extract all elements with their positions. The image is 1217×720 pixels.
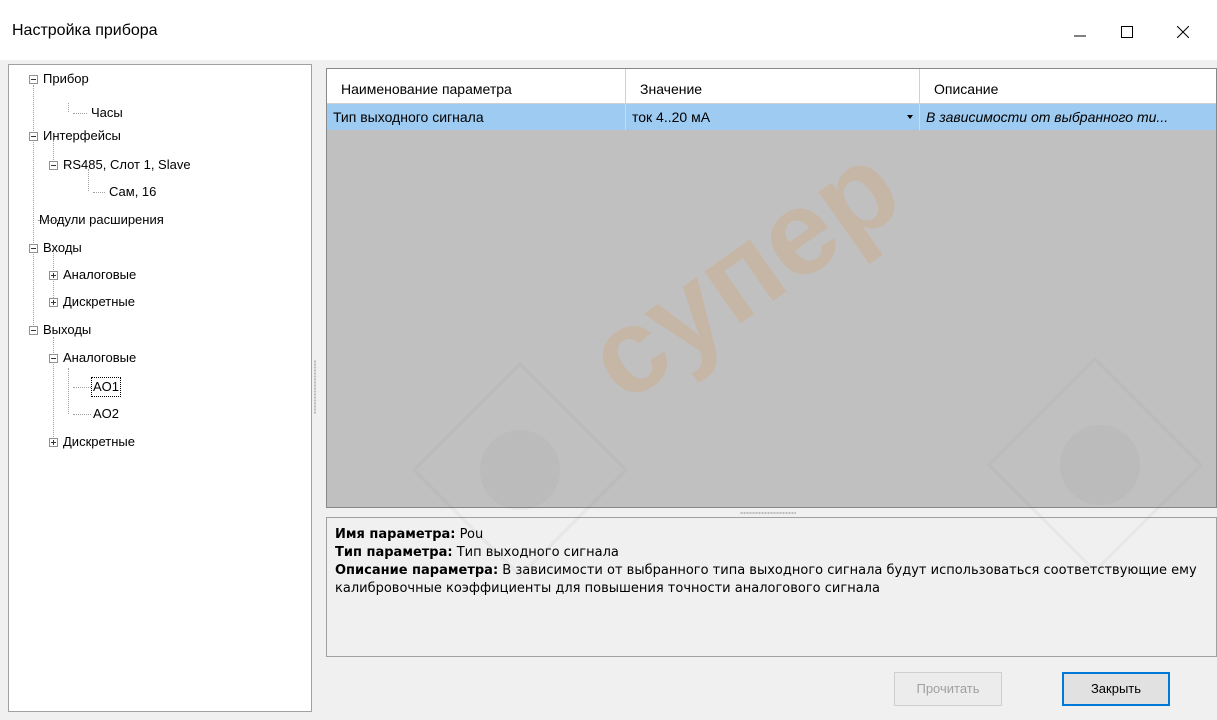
tree-node-label: Интерфейсы: [43, 128, 121, 143]
device-settings-window: Настройка прибора Прибор Часы Интерфейсы…: [0, 0, 1217, 720]
tree-node-label: Дискретные: [63, 434, 135, 449]
tree-line: [68, 103, 69, 112]
parameter-grid[interactable]: Наименование параметра Значение Описание…: [326, 68, 1217, 508]
tree-line: [73, 113, 87, 114]
tree-node-label: Аналоговые: [63, 350, 137, 365]
tree-node-interfaces[interactable]: Интерфейсы: [27, 125, 123, 147]
collapse-icon[interactable]: [49, 354, 58, 363]
tree-node-label: Аналоговые: [63, 267, 137, 282]
close-button[interactable]: Закрыть: [1062, 672, 1170, 706]
details-name-value: Pou: [459, 527, 484, 542]
close-window-button[interactable]: [1160, 12, 1206, 52]
tree-node-ao1[interactable]: AO1: [91, 376, 122, 398]
expand-icon[interactable]: [49, 438, 58, 447]
tree-node-outputs-analog[interactable]: Аналоговые: [47, 347, 138, 369]
details-description-line: Описание параметра: В зависимости от выб…: [335, 562, 1208, 598]
cell-description[interactable]: В зависимости от выбранного ти...: [920, 104, 1216, 130]
title-bar[interactable]: Настройка прибора: [0, 0, 1217, 60]
collapse-icon[interactable]: [29, 244, 38, 253]
tree-node-outputs[interactable]: Выходы: [27, 319, 93, 341]
tree-node-label-selected: AO1: [91, 377, 122, 397]
tree-line: [73, 387, 91, 388]
tree-node-label: Часы: [91, 105, 123, 120]
read-button[interactable]: Прочитать: [894, 672, 1002, 706]
tree-node-label: Выходы: [43, 322, 92, 337]
details-description-label: Описание параметра:: [335, 563, 499, 578]
column-header-value[interactable]: Значение: [626, 69, 920, 103]
close-icon: [1177, 26, 1189, 38]
tree-line: [93, 192, 105, 193]
tree-node-inputs-analog[interactable]: Аналоговые: [47, 264, 138, 286]
details-name-line: Имя параметра: Pou: [335, 526, 1208, 544]
tree-node-inputs-discrete[interactable]: Дискретные: [47, 291, 137, 313]
collapse-icon[interactable]: [29, 132, 38, 141]
tree-node-outputs-discrete[interactable]: Дискретные: [47, 431, 137, 453]
tree-node-expansion-modules[interactable]: Модули расширения: [37, 209, 166, 231]
collapse-icon[interactable]: [49, 161, 58, 170]
window-title: Настройка прибора: [12, 22, 158, 39]
value-dropdown[interactable]: ток 4..20 мА: [626, 104, 920, 130]
tree-node-label: Прибор: [43, 71, 89, 86]
details-type-value: Тип выходного сигнала: [456, 545, 619, 560]
tree-node-label: Сам, 16: [109, 184, 157, 199]
details-type-line: Тип параметра: Тип выходного сигнала: [335, 544, 1208, 562]
collapse-icon[interactable]: [29, 75, 38, 84]
tree-node-label: Входы: [43, 240, 82, 255]
collapse-icon[interactable]: [29, 326, 38, 335]
maximize-icon: [1121, 26, 1133, 38]
dropdown-selected-value: ток 4..20 мА: [632, 109, 711, 125]
tree-line: [33, 85, 34, 335]
vertical-splitter-handle[interactable]: [314, 360, 316, 414]
tree-node-device[interactable]: Прибор: [27, 68, 91, 90]
tree-node-rs485[interactable]: RS485, Слот 1, Slave: [47, 154, 193, 176]
tree-node-sam16[interactable]: Сам, 16: [107, 181, 158, 203]
tree-node-label: Дискретные: [63, 294, 135, 309]
tree-node-clock[interactable]: Часы: [89, 102, 125, 124]
tree-line: [73, 414, 91, 415]
maximize-button[interactable]: [1104, 12, 1150, 52]
expand-icon[interactable]: [49, 271, 58, 280]
tree-node-inputs[interactable]: Входы: [27, 237, 84, 259]
horizontal-splitter-handle[interactable]: [740, 512, 796, 514]
column-header-name[interactable]: Наименование параметра: [327, 69, 626, 103]
minimize-icon: [1074, 35, 1086, 37]
dropdown-arrow-icon[interactable]: [907, 115, 913, 119]
minimize-button[interactable]: [1057, 12, 1103, 52]
tree-node-label: AO2: [93, 406, 120, 421]
tree-node-ao2[interactable]: AO2: [91, 403, 121, 425]
tree-line: [68, 368, 69, 414]
cell-parameter-name[interactable]: Тип выходного сигнала: [327, 104, 626, 130]
tree-node-label: Модули расширения: [39, 212, 164, 227]
details-name-label: Имя параметра:: [335, 527, 456, 542]
table-row[interactable]: Тип выходного сигнала ток 4..20 мА В зав…: [327, 104, 1216, 130]
parameter-details-panel: Имя параметра: Pou Тип параметра: Тип вы…: [326, 517, 1217, 657]
device-tree[interactable]: Прибор Часы Интерфейсы RS485, Слот 1, Sl…: [8, 64, 312, 712]
tree-node-label: RS485, Слот 1, Slave: [63, 157, 191, 172]
grid-header: Наименование параметра Значение Описание: [327, 69, 1216, 104]
expand-icon[interactable]: [49, 298, 58, 307]
details-type-label: Тип параметра:: [335, 545, 453, 560]
column-header-description[interactable]: Описание: [920, 69, 1216, 103]
